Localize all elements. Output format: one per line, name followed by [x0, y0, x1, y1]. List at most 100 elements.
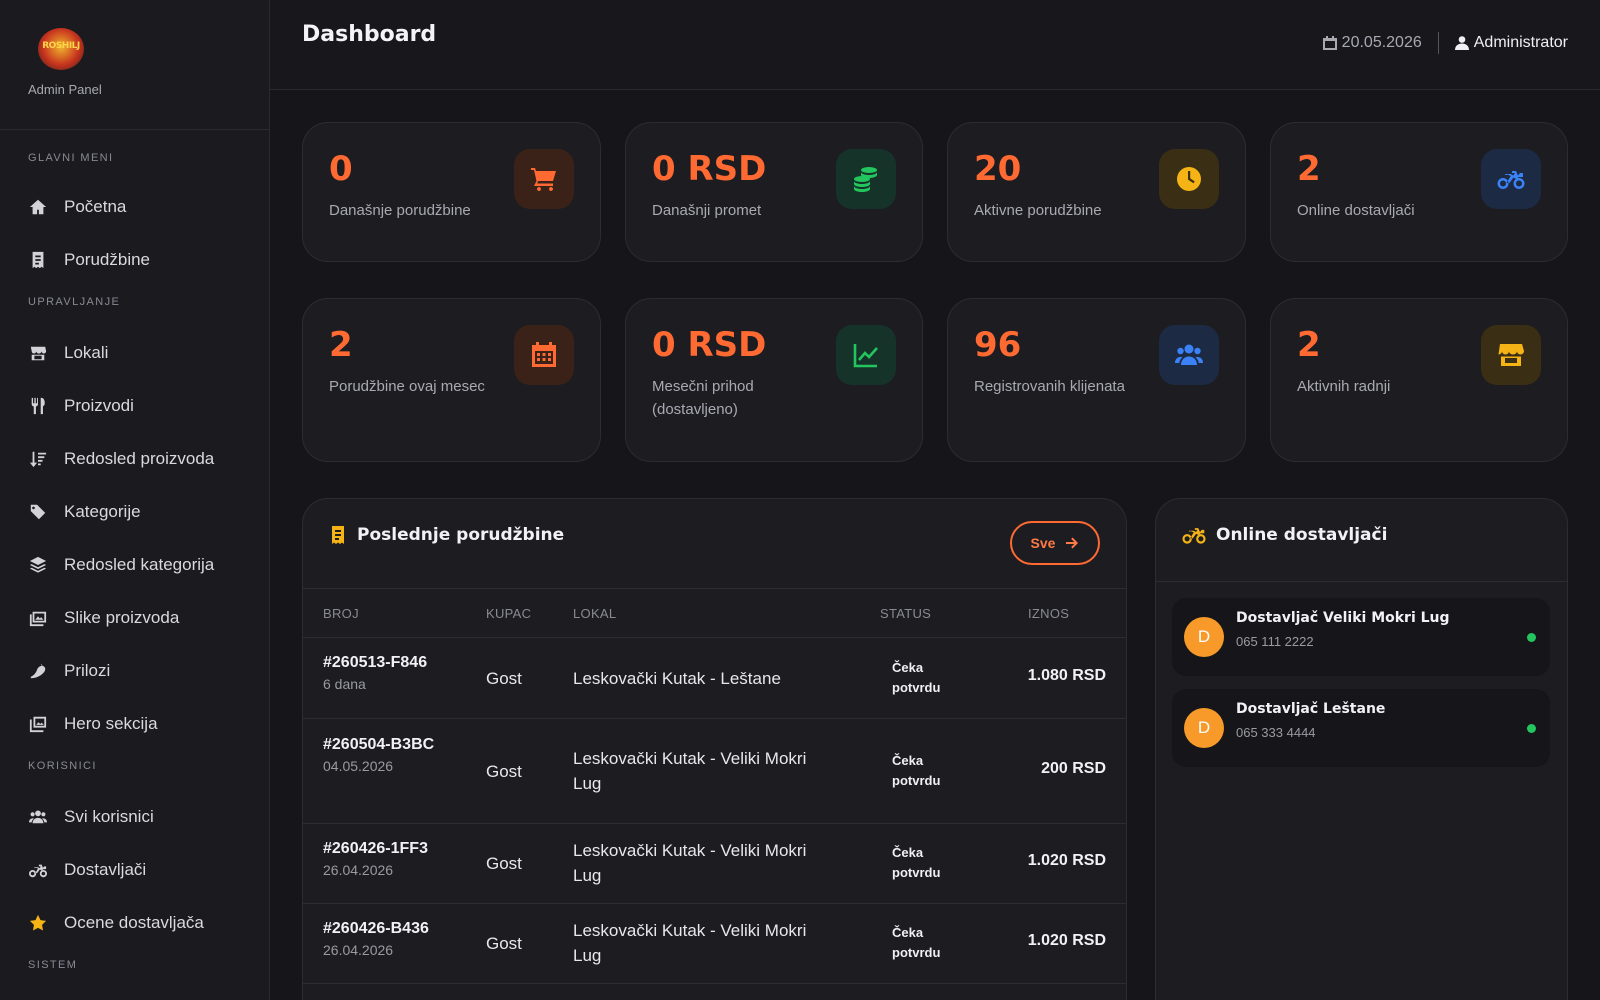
view-all-label: Sve: [1030, 535, 1056, 551]
sidebar-item-lokali[interactable]: Lokali: [0, 326, 269, 379]
user-menu[interactable]: Administrator: [1454, 34, 1568, 52]
stat-label: Aktivne porudžbine: [974, 202, 1102, 219]
status-badge: Čeka potvrdu: [892, 845, 941, 880]
sidebar-item-label: Hero sekcija: [64, 713, 158, 733]
sidebar-item-ocene-dostavljaca[interactable]: Ocene dostavljača: [0, 896, 269, 949]
stat-card-active-orders[interactable]: 20 Aktivne porudžbine: [947, 122, 1246, 262]
order-number: #260426-B436: [323, 920, 429, 937]
stat-label: Današnje porudžbine: [329, 202, 471, 219]
online-status-dot: [1527, 724, 1536, 733]
user-name: Administrator: [1473, 34, 1568, 51]
order-amount: 1.080 RSD: [1027, 667, 1106, 684]
order-date: 04.05.2026: [323, 758, 394, 774]
sidebar-item-svi-korisnici[interactable]: Svi korisnici: [0, 790, 269, 843]
stat-label: Aktivnih radnji: [1297, 378, 1391, 395]
motorcycle-icon: [1481, 149, 1541, 209]
star-icon: [28, 913, 48, 933]
order-amount: 200 RSD: [1041, 760, 1106, 777]
sidebar-item-porudzbine[interactable]: Porudžbine: [0, 233, 269, 286]
stat-value: 2: [329, 325, 353, 365]
column-header-status: Status: [880, 606, 932, 621]
order-location: Leskovački Kutak - Veliki Mokri Lug: [573, 921, 807, 965]
table-row[interactable]: #260513-F846 6 dana Gost Leskovački Kuta…: [303, 638, 1126, 719]
stat-card-monthly-orders[interactable]: 2 Porudžbine ovaj mesec: [302, 298, 601, 462]
table-row[interactable]: #260426-1FF3 26.04.2026 Gost Leskovački …: [303, 824, 1126, 904]
stat-value: 2: [1297, 325, 1321, 365]
courier-name: Dostavljač Leštane: [1236, 701, 1386, 717]
courier-item[interactable]: D Dostavljač Leštane 065 333 4444: [1172, 689, 1550, 767]
courier-item[interactable]: D Dostavljač Veliki Mokri Lug 065 111 22…: [1172, 598, 1550, 676]
layers-icon: [28, 555, 48, 575]
stat-label: Registrovanih klijenata: [974, 378, 1125, 395]
date-text: 20.05.2026: [1341, 34, 1422, 51]
stat-label: Porudžbine ovaj mesec: [329, 378, 485, 395]
online-couriers-title-text: Online dostavljači: [1216, 525, 1388, 545]
sidebar-item-label: Redosled kategorija: [64, 554, 215, 574]
images-icon: [28, 608, 48, 628]
avatar: D: [1184, 617, 1224, 657]
users-icon: [28, 807, 48, 827]
sidebar-item-proizvodi[interactable]: Proizvodi: [0, 379, 269, 432]
order-date: 26.04.2026: [323, 942, 394, 958]
arrow-right-icon: [1066, 537, 1079, 549]
view-all-orders-button[interactable]: Sve: [1010, 521, 1100, 565]
sidebar-item-label: Svi korisnici: [64, 806, 154, 826]
store-icon: [1481, 325, 1541, 385]
motorcycle-icon: [28, 860, 48, 880]
user-icon: [1454, 36, 1469, 50]
sidebar-item-prilozi[interactable]: Prilozi: [0, 644, 269, 697]
stat-card-today-revenue[interactable]: 0 RSD Današnji promet: [625, 122, 923, 262]
stat-card-online-couriers[interactable]: 2 Online dostavljači: [1270, 122, 1568, 262]
brand-subtitle: Admin Panel: [28, 82, 102, 97]
sidebar-item-label: Redosled proizvoda: [64, 448, 215, 468]
column-header-lokal: Lokal: [573, 606, 617, 621]
sidebar-item-kategorije[interactable]: Kategorije: [0, 485, 269, 538]
sidebar-item-dostavljaci[interactable]: Dostavljači: [0, 843, 269, 896]
nav-section-main: Glavni meni: [28, 152, 114, 164]
courier-phone: 065 111 2222: [1236, 634, 1314, 649]
page-title: Dashboard: [302, 22, 437, 47]
sidebar-item-label: Početna: [64, 196, 127, 216]
order-amount: 1.020 RSD: [1027, 852, 1106, 869]
calendar-icon: [1322, 36, 1337, 50]
table-row[interactable]: #260426-B436 26.04.2026 Gost Leskovački …: [303, 904, 1126, 984]
stat-card-monthly-revenue[interactable]: 0 RSD Mesečni prihod (dostavljeno): [625, 298, 923, 462]
users-icon: [1159, 325, 1219, 385]
order-number-cell: #260426-1FF3 26.04.2026: [323, 836, 463, 878]
nav-section-manage: Upravljanje: [28, 296, 121, 308]
sidebar-item-pocetna[interactable]: Početna: [0, 180, 269, 233]
order-number: #260513-F846: [323, 654, 428, 671]
sidebar-item-redosled-proizvoda[interactable]: Redosled proizvoda: [0, 432, 269, 485]
stat-card-active-stores[interactable]: 2 Aktivnih radnji: [1270, 298, 1568, 462]
sidebar-item-label: Ocene dostavljača: [64, 912, 204, 932]
current-date: 20.05.2026: [1322, 34, 1422, 52]
stat-label: Online dostavljači: [1297, 202, 1415, 219]
stat-value: 0 RSD: [652, 149, 767, 189]
column-header-iznos: Iznos: [1028, 606, 1070, 621]
table-row[interactable]: #260504-B3BC 04.05.2026 Gost Leskovački …: [303, 719, 1126, 824]
order-number-cell: #260504-B3BC 04.05.2026: [323, 732, 443, 774]
coins-icon: [836, 149, 896, 209]
brand-logo[interactable]: ROSHILJ: [38, 28, 84, 70]
courier-phone: 065 333 4444: [1236, 725, 1316, 740]
online-status-dot: [1527, 633, 1536, 642]
sidebar-item-label: Dostavljači: [64, 859, 147, 879]
stat-card-today-orders[interactable]: 0 Današnje porudžbine: [302, 122, 601, 262]
calendar-icon: [514, 325, 574, 385]
sidebar-item-slike-proizvoda[interactable]: Slike proizvoda: [0, 591, 269, 644]
tags-icon: [28, 502, 48, 522]
sidebar-item-label: Proizvodi: [64, 395, 134, 415]
photo-film-icon: [28, 714, 48, 734]
order-number-cell: #260426-B436 26.04.2026: [323, 916, 463, 958]
home-icon: [28, 197, 48, 217]
sidebar-item-hero-sekcija[interactable]: Hero sekcija: [0, 697, 269, 750]
stat-card-registered-clients[interactable]: 96 Registrovanih klijenata: [947, 298, 1246, 462]
recent-orders-title-text: Poslednje porudžbine: [357, 525, 565, 545]
logo-text: ROSHILJ: [42, 41, 80, 51]
order-number-cell: #260513-F846 6 dana: [323, 650, 443, 692]
stat-value: 96: [974, 325, 1022, 365]
online-couriers-panel: Online dostavljači D Dostavljač Veliki M…: [1155, 498, 1568, 1000]
clock-icon: [1159, 149, 1219, 209]
order-amount: 1.020 RSD: [1027, 932, 1106, 949]
sidebar-item-redosled-kategorija[interactable]: Redosled kategorija: [0, 538, 269, 591]
